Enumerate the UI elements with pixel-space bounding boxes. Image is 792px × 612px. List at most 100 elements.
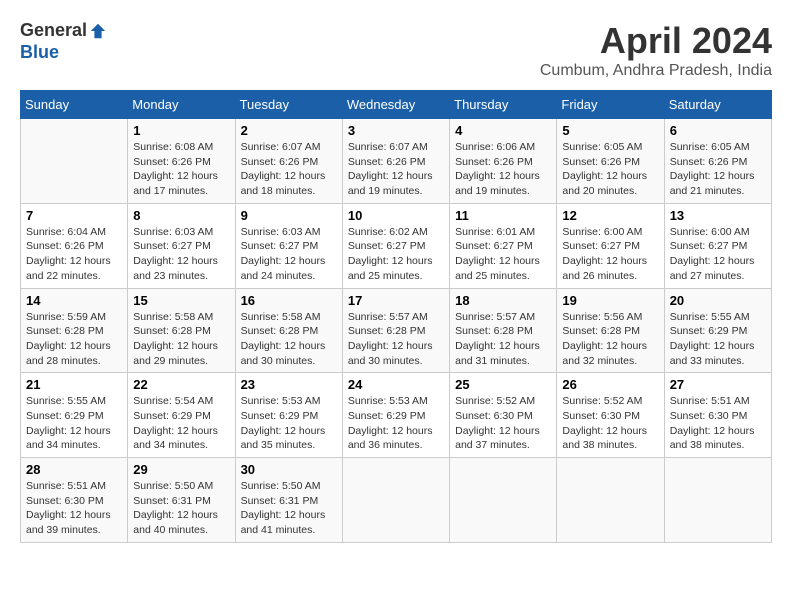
col-header-sunday: Sunday: [21, 91, 128, 119]
calendar-cell-2-0: 14 Sunrise: 5:59 AM Sunset: 6:28 PM Dayli…: [21, 288, 128, 373]
day-number: 15: [133, 293, 229, 308]
day-info: Sunrise: 6:07 AM Sunset: 6:26 PM Dayligh…: [348, 140, 444, 199]
day-number: 27: [670, 377, 766, 392]
calendar-cell-1-5: 12 Sunrise: 6:00 AM Sunset: 6:27 PM Dayli…: [557, 203, 664, 288]
calendar-table: SundayMondayTuesdayWednesdayThursdayFrid…: [20, 90, 772, 543]
calendar-cell-1-0: 7Sunrise: 6:04 AM Sunset: 6:26 PM Daylig…: [21, 203, 128, 288]
logo: General Blue: [20, 20, 107, 63]
day-info: Sunrise: 5:55 AM Sunset: 6:29 PM Dayligh…: [670, 310, 766, 369]
day-number: 23: [241, 377, 337, 392]
month-title: April 2024: [540, 20, 772, 62]
calendar-cell-4-3: [342, 458, 449, 543]
calendar-cell-2-4: 18 Sunrise: 5:57 AM Sunset: 6:28 PM Dayli…: [450, 288, 557, 373]
calendar-cell-2-3: 17 Sunrise: 5:57 AM Sunset: 6:28 PM Dayli…: [342, 288, 449, 373]
day-info: Sunrise: 5:53 AM Sunset: 6:29 PM Dayligh…: [241, 394, 337, 453]
calendar-cell-1-2: 9 Sunrise: 6:03 AM Sunset: 6:27 PM Daylig…: [235, 203, 342, 288]
calendar-cell-4-1: 29 Sunrise: 5:50 AM Sunset: 6:31 PM Dayli…: [128, 458, 235, 543]
col-header-friday: Friday: [557, 91, 664, 119]
day-number: 2: [241, 123, 337, 138]
day-info: Sunrise: 5:57 AM Sunset: 6:28 PM Dayligh…: [455, 310, 551, 369]
day-number: 14: [26, 293, 122, 308]
day-info: Sunrise: 6:01 AM Sunset: 6:27 PM Dayligh…: [455, 225, 551, 284]
logo-blue: Blue: [20, 42, 107, 64]
calendar-cell-2-5: 19 Sunrise: 5:56 AM Sunset: 6:28 PM Dayli…: [557, 288, 664, 373]
day-info: Sunrise: 6:05 AM Sunset: 6:26 PM Dayligh…: [670, 140, 766, 199]
day-number: 12: [562, 208, 658, 223]
calendar-cell-0-0: [21, 119, 128, 204]
calendar-cell-3-3: 24 Sunrise: 5:53 AM Sunset: 6:29 PM Dayli…: [342, 373, 449, 458]
day-info: Sunrise: 5:53 AM Sunset: 6:29 PM Dayligh…: [348, 394, 444, 453]
calendar-cell-4-5: [557, 458, 664, 543]
calendar-cell-0-3: 3 Sunrise: 6:07 AM Sunset: 6:26 PM Daylig…: [342, 119, 449, 204]
day-info: Sunrise: 6:03 AM Sunset: 6:27 PM Dayligh…: [241, 225, 337, 284]
day-number: 5: [562, 123, 658, 138]
day-number: 24: [348, 377, 444, 392]
day-number: 6: [670, 123, 766, 138]
calendar-cell-1-4: 11Sunrise: 6:01 AM Sunset: 6:27 PM Dayli…: [450, 203, 557, 288]
calendar-cell-0-1: 1Sunrise: 6:08 AM Sunset: 6:26 PM Daylig…: [128, 119, 235, 204]
day-number: 17: [348, 293, 444, 308]
location: Cumbum, Andhra Pradesh, India: [540, 62, 772, 80]
day-info: Sunrise: 5:58 AM Sunset: 6:28 PM Dayligh…: [133, 310, 229, 369]
day-number: 18: [455, 293, 551, 308]
day-number: 13: [670, 208, 766, 223]
calendar-cell-0-4: 4 Sunrise: 6:06 AM Sunset: 6:26 PM Daylig…: [450, 119, 557, 204]
calendar-cell-3-5: 26 Sunrise: 5:52 AM Sunset: 6:30 PM Dayli…: [557, 373, 664, 458]
day-info: Sunrise: 5:55 AM Sunset: 6:29 PM Dayligh…: [26, 394, 122, 453]
day-info: Sunrise: 5:52 AM Sunset: 6:30 PM Dayligh…: [562, 394, 658, 453]
day-info: Sunrise: 5:54 AM Sunset: 6:29 PM Dayligh…: [133, 394, 229, 453]
day-info: Sunrise: 6:00 AM Sunset: 6:27 PM Dayligh…: [562, 225, 658, 284]
day-number: 20: [670, 293, 766, 308]
page-header: General Blue April 2024 Cumbum, Andhra P…: [20, 20, 772, 80]
calendar-cell-3-1: 22 Sunrise: 5:54 AM Sunset: 6:29 PM Dayli…: [128, 373, 235, 458]
day-info: Sunrise: 5:50 AM Sunset: 6:31 PM Dayligh…: [133, 479, 229, 538]
day-number: 19: [562, 293, 658, 308]
day-info: Sunrise: 6:04 AM Sunset: 6:26 PM Dayligh…: [26, 225, 122, 284]
calendar-cell-2-1: 15 Sunrise: 5:58 AM Sunset: 6:28 PM Dayli…: [128, 288, 235, 373]
day-info: Sunrise: 6:02 AM Sunset: 6:27 PM Dayligh…: [348, 225, 444, 284]
day-info: Sunrise: 6:00 AM Sunset: 6:27 PM Dayligh…: [670, 225, 766, 284]
calendar-cell-2-6: 20 Sunrise: 5:55 AM Sunset: 6:29 PM Dayli…: [664, 288, 771, 373]
calendar-cell-4-2: 30 Sunrise: 5:50 AM Sunset: 6:31 PM Dayli…: [235, 458, 342, 543]
day-info: Sunrise: 5:50 AM Sunset: 6:31 PM Dayligh…: [241, 479, 337, 538]
day-info: Sunrise: 5:51 AM Sunset: 6:30 PM Dayligh…: [26, 479, 122, 538]
day-number: 3: [348, 123, 444, 138]
day-info: Sunrise: 5:57 AM Sunset: 6:28 PM Dayligh…: [348, 310, 444, 369]
day-number: 29: [133, 462, 229, 477]
day-number: 30: [241, 462, 337, 477]
col-header-saturday: Saturday: [664, 91, 771, 119]
col-header-thursday: Thursday: [450, 91, 557, 119]
day-number: 9: [241, 208, 337, 223]
col-header-tuesday: Tuesday: [235, 91, 342, 119]
calendar-cell-1-3: 10Sunrise: 6:02 AM Sunset: 6:27 PM Dayli…: [342, 203, 449, 288]
day-number: 21: [26, 377, 122, 392]
calendar-cell-0-6: 6 Sunrise: 6:05 AM Sunset: 6:26 PM Daylig…: [664, 119, 771, 204]
day-number: 22: [133, 377, 229, 392]
calendar-cell-3-2: 23 Sunrise: 5:53 AM Sunset: 6:29 PM Dayli…: [235, 373, 342, 458]
day-info: Sunrise: 5:59 AM Sunset: 6:28 PM Dayligh…: [26, 310, 122, 369]
day-number: 8: [133, 208, 229, 223]
calendar-cell-2-2: 16Sunrise: 5:58 AM Sunset: 6:28 PM Dayli…: [235, 288, 342, 373]
calendar-cell-3-4: 25Sunrise: 5:52 AM Sunset: 6:30 PM Dayli…: [450, 373, 557, 458]
day-info: Sunrise: 5:58 AM Sunset: 6:28 PM Dayligh…: [241, 310, 337, 369]
col-header-monday: Monday: [128, 91, 235, 119]
day-info: Sunrise: 6:06 AM Sunset: 6:26 PM Dayligh…: [455, 140, 551, 199]
calendar-cell-3-6: 27 Sunrise: 5:51 AM Sunset: 6:30 PM Dayli…: [664, 373, 771, 458]
day-number: 25: [455, 377, 551, 392]
logo-icon: [89, 22, 107, 40]
day-number: 1: [133, 123, 229, 138]
calendar-cell-4-0: 28Sunrise: 5:51 AM Sunset: 6:30 PM Dayli…: [21, 458, 128, 543]
day-info: Sunrise: 6:05 AM Sunset: 6:26 PM Dayligh…: [562, 140, 658, 199]
calendar-cell-4-4: [450, 458, 557, 543]
day-info: Sunrise: 5:51 AM Sunset: 6:30 PM Dayligh…: [670, 394, 766, 453]
calendar-cell-0-2: 2 Sunrise: 6:07 AM Sunset: 6:26 PM Daylig…: [235, 119, 342, 204]
day-info: Sunrise: 6:03 AM Sunset: 6:27 PM Dayligh…: [133, 225, 229, 284]
day-info: Sunrise: 5:56 AM Sunset: 6:28 PM Dayligh…: [562, 310, 658, 369]
col-header-wednesday: Wednesday: [342, 91, 449, 119]
day-number: 4: [455, 123, 551, 138]
calendar-cell-1-1: 8 Sunrise: 6:03 AM Sunset: 6:27 PM Daylig…: [128, 203, 235, 288]
calendar-cell-1-6: 13 Sunrise: 6:00 AM Sunset: 6:27 PM Dayli…: [664, 203, 771, 288]
day-info: Sunrise: 6:07 AM Sunset: 6:26 PM Dayligh…: [241, 140, 337, 199]
calendar-cell-4-6: [664, 458, 771, 543]
day-number: 26: [562, 377, 658, 392]
